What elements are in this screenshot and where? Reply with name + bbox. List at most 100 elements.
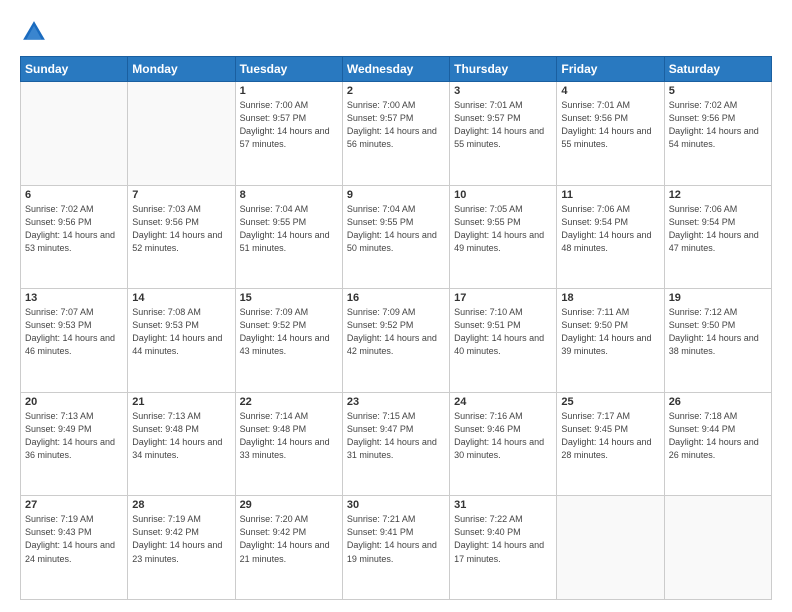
day-number: 17 (454, 292, 552, 304)
weekday-header-cell: Sunday (21, 57, 128, 82)
day-number: 12 (669, 189, 767, 201)
header (20, 18, 772, 46)
calendar-day-cell: 3Sunrise: 7:01 AMSunset: 9:57 PMDaylight… (450, 82, 557, 186)
day-sun-info: Sunrise: 7:07 AMSunset: 9:53 PMDaylight:… (25, 306, 123, 358)
day-sun-info: Sunrise: 7:08 AMSunset: 9:53 PMDaylight:… (132, 306, 230, 358)
calendar-day-cell (21, 82, 128, 186)
day-sun-info: Sunrise: 7:06 AMSunset: 9:54 PMDaylight:… (669, 203, 767, 255)
day-number: 30 (347, 499, 445, 511)
day-sun-info: Sunrise: 7:11 AMSunset: 9:50 PMDaylight:… (561, 306, 659, 358)
day-number: 15 (240, 292, 338, 304)
day-number: 14 (132, 292, 230, 304)
day-number: 23 (347, 396, 445, 408)
calendar-day-cell: 20 Sunrise: 7:13 AMSunset: 9:49 PMDayligh… (21, 392, 128, 496)
calendar-day-cell: 25 Sunrise: 7:17 AMSunset: 9:45 PMDayligh… (557, 392, 664, 496)
day-number: 7 (132, 189, 230, 201)
day-sun-info: Sunrise: 7:18 AMSunset: 9:44 PMDaylight:… (669, 410, 767, 462)
day-sun-info: Sunrise: 7:02 AMSunset: 9:56 PMDaylight:… (25, 203, 123, 255)
day-number: 5 (669, 85, 767, 97)
day-sun-info: Sunrise: 7:15 AMSunset: 9:47 PMDaylight:… (347, 410, 445, 462)
day-sun-info: Sunrise: 7:00 AMSunset: 9:57 PMDaylight:… (347, 99, 445, 151)
day-number: 2 (347, 85, 445, 97)
weekday-header-cell: Thursday (450, 57, 557, 82)
page: SundayMondayTuesdayWednesdayThursdayFrid… (0, 0, 792, 612)
day-sun-info: Sunrise: 7:03 AMSunset: 9:56 PMDaylight:… (132, 203, 230, 255)
day-sun-info: Sunrise: 7:06 AMSunset: 9:54 PMDaylight:… (561, 203, 659, 255)
calendar-day-cell: 29 Sunrise: 7:20 AMSunset: 9:42 PMDayligh… (235, 496, 342, 600)
calendar-day-cell: 18 Sunrise: 7:11 AMSunset: 9:50 PMDayligh… (557, 289, 664, 393)
calendar-week-row: 13 Sunrise: 7:07 AMSunset: 9:53 PMDayligh… (21, 289, 772, 393)
day-sun-info: Sunrise: 7:04 AMSunset: 9:55 PMDaylight:… (240, 203, 338, 255)
calendar-week-row: 6 Sunrise: 7:02 AMSunset: 9:56 PMDaylight… (21, 185, 772, 289)
day-number: 28 (132, 499, 230, 511)
day-sun-info: Sunrise: 7:14 AMSunset: 9:48 PMDaylight:… (240, 410, 338, 462)
calendar-week-row: 1 Sunrise: 7:00 AMSunset: 9:57 PMDaylight… (21, 82, 772, 186)
calendar-week-row: 20 Sunrise: 7:13 AMSunset: 9:49 PMDayligh… (21, 392, 772, 496)
day-number: 19 (669, 292, 767, 304)
day-number: 31 (454, 499, 552, 511)
day-sun-info: Sunrise: 7:20 AMSunset: 9:42 PMDaylight:… (240, 513, 338, 565)
calendar-day-cell: 13 Sunrise: 7:07 AMSunset: 9:53 PMDayligh… (21, 289, 128, 393)
day-number: 4 (561, 85, 659, 97)
calendar-day-cell: 23 Sunrise: 7:15 AMSunset: 9:47 PMDayligh… (342, 392, 449, 496)
day-number: 29 (240, 499, 338, 511)
calendar-day-cell: 11Sunrise: 7:06 AMSunset: 9:54 PMDayligh… (557, 185, 664, 289)
day-sun-info: Sunrise: 7:22 AMSunset: 9:40 PMDaylight:… (454, 513, 552, 565)
day-number: 25 (561, 396, 659, 408)
day-number: 6 (25, 189, 123, 201)
day-sun-info: Sunrise: 7:09 AMSunset: 9:52 PMDaylight:… (240, 306, 338, 358)
day-number: 26 (669, 396, 767, 408)
day-sun-info: Sunrise: 7:13 AMSunset: 9:48 PMDaylight:… (132, 410, 230, 462)
calendar-table: SundayMondayTuesdayWednesdayThursdayFrid… (20, 56, 772, 600)
day-sun-info: Sunrise: 7:19 AMSunset: 9:42 PMDaylight:… (132, 513, 230, 565)
calendar-day-cell: 4 Sunrise: 7:01 AMSunset: 9:56 PMDaylight… (557, 82, 664, 186)
day-number: 13 (25, 292, 123, 304)
day-number: 27 (25, 499, 123, 511)
calendar-day-cell (128, 82, 235, 186)
day-sun-info: Sunrise: 7:10 AMSunset: 9:51 PMDaylight:… (454, 306, 552, 358)
calendar-day-cell (664, 496, 771, 600)
calendar-day-cell: 30 Sunrise: 7:21 AMSunset: 9:41 PMDayligh… (342, 496, 449, 600)
day-number: 24 (454, 396, 552, 408)
weekday-header-cell: Monday (128, 57, 235, 82)
day-number: 8 (240, 189, 338, 201)
weekday-header-cell: Wednesday (342, 57, 449, 82)
calendar-day-cell: 22 Sunrise: 7:14 AMSunset: 9:48 PMDayligh… (235, 392, 342, 496)
calendar-day-cell: 14 Sunrise: 7:08 AMSunset: 9:53 PMDayligh… (128, 289, 235, 393)
day-sun-info: Sunrise: 7:00 AMSunset: 9:57 PMDaylight:… (240, 99, 338, 151)
weekday-header-cell: Friday (557, 57, 664, 82)
day-number: 22 (240, 396, 338, 408)
day-sun-info: Sunrise: 7:13 AMSunset: 9:49 PMDaylight:… (25, 410, 123, 462)
day-number: 18 (561, 292, 659, 304)
day-sun-info: Sunrise: 7:04 AMSunset: 9:55 PMDaylight:… (347, 203, 445, 255)
calendar-day-cell: 17 Sunrise: 7:10 AMSunset: 9:51 PMDayligh… (450, 289, 557, 393)
day-sun-info: Sunrise: 7:09 AMSunset: 9:52 PMDaylight:… (347, 306, 445, 358)
day-number: 10 (454, 189, 552, 201)
day-number: 9 (347, 189, 445, 201)
calendar-day-cell: 21Sunrise: 7:13 AMSunset: 9:48 PMDayligh… (128, 392, 235, 496)
weekday-header-row: SundayMondayTuesdayWednesdayThursdayFrid… (21, 57, 772, 82)
calendar-day-cell: 1 Sunrise: 7:00 AMSunset: 9:57 PMDaylight… (235, 82, 342, 186)
day-number: 16 (347, 292, 445, 304)
calendar-day-cell: 12 Sunrise: 7:06 AMSunset: 9:54 PMDayligh… (664, 185, 771, 289)
day-sun-info: Sunrise: 7:21 AMSunset: 9:41 PMDaylight:… (347, 513, 445, 565)
calendar-day-cell: 27Sunrise: 7:19 AMSunset: 9:43 PMDayligh… (21, 496, 128, 600)
calendar-day-cell: 24Sunrise: 7:16 AMSunset: 9:46 PMDayligh… (450, 392, 557, 496)
day-sun-info: Sunrise: 7:02 AMSunset: 9:56 PMDaylight:… (669, 99, 767, 151)
day-sun-info: Sunrise: 7:17 AMSunset: 9:45 PMDaylight:… (561, 410, 659, 462)
calendar-day-cell: 19 Sunrise: 7:12 AMSunset: 9:50 PMDayligh… (664, 289, 771, 393)
day-sun-info: Sunrise: 7:01 AMSunset: 9:57 PMDaylight:… (454, 99, 552, 151)
day-number: 20 (25, 396, 123, 408)
calendar-week-row: 27Sunrise: 7:19 AMSunset: 9:43 PMDayligh… (21, 496, 772, 600)
day-sun-info: Sunrise: 7:01 AMSunset: 9:56 PMDaylight:… (561, 99, 659, 151)
calendar-day-cell: 8 Sunrise: 7:04 AMSunset: 9:55 PMDaylight… (235, 185, 342, 289)
day-number: 1 (240, 85, 338, 97)
weekday-header-cell: Saturday (664, 57, 771, 82)
calendar-day-cell: 26 Sunrise: 7:18 AMSunset: 9:44 PMDayligh… (664, 392, 771, 496)
calendar-day-cell: 2 Sunrise: 7:00 AMSunset: 9:57 PMDaylight… (342, 82, 449, 186)
calendar-day-cell: 7 Sunrise: 7:03 AMSunset: 9:56 PMDaylight… (128, 185, 235, 289)
calendar-day-cell (557, 496, 664, 600)
day-sun-info: Sunrise: 7:05 AMSunset: 9:55 PMDaylight:… (454, 203, 552, 255)
calendar-day-cell: 9 Sunrise: 7:04 AMSunset: 9:55 PMDaylight… (342, 185, 449, 289)
day-sun-info: Sunrise: 7:12 AMSunset: 9:50 PMDaylight:… (669, 306, 767, 358)
